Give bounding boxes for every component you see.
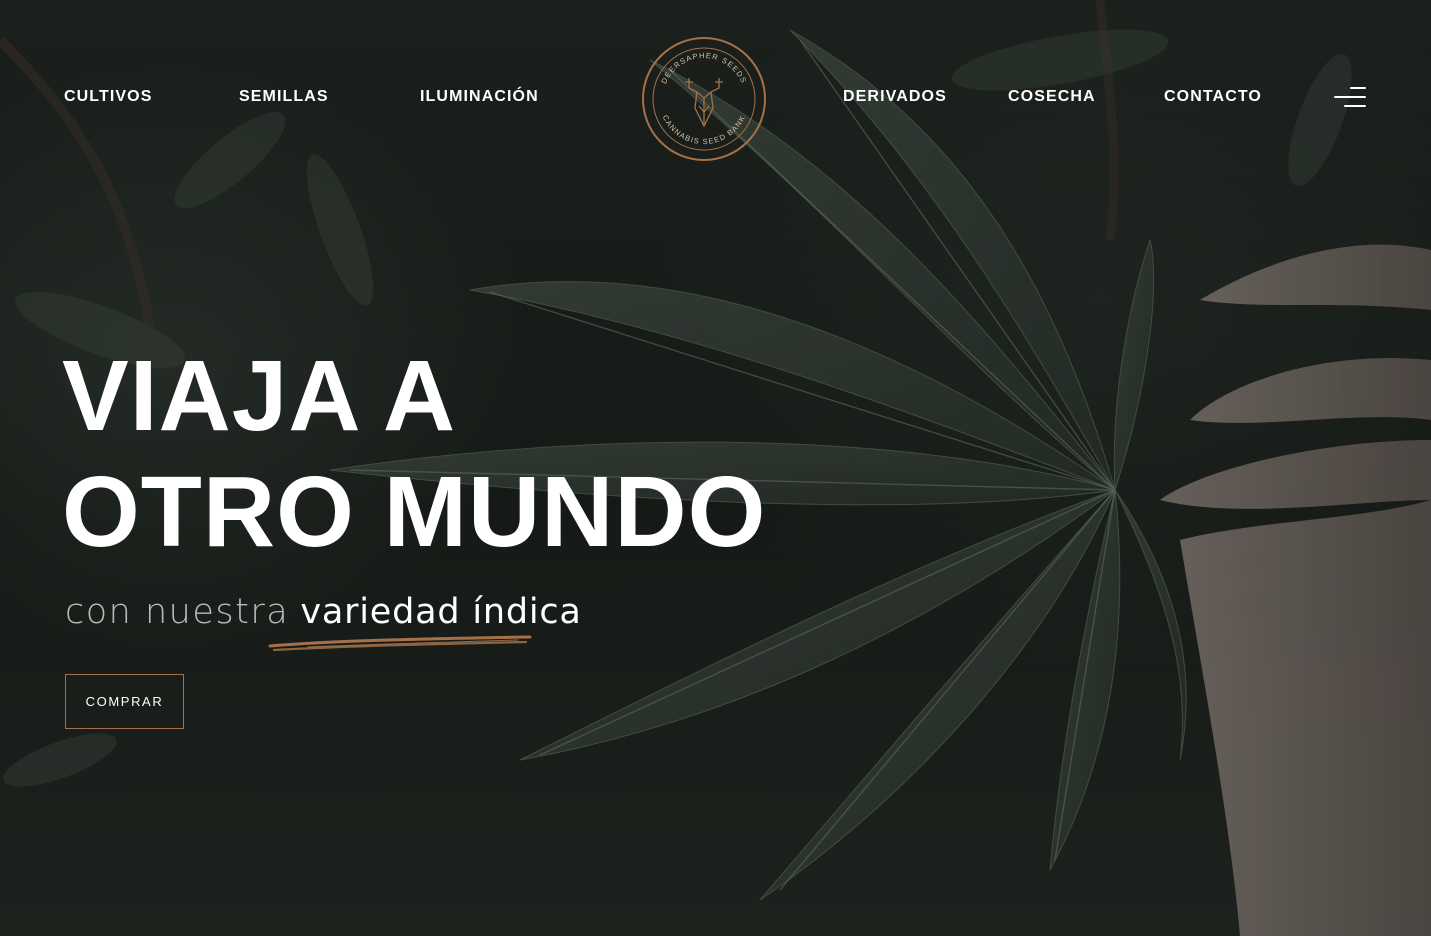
- nav-link-cosecha[interactable]: COSECHA: [1008, 88, 1096, 106]
- menu-icon-bar: [1344, 105, 1366, 107]
- logo-top-text: DEERSAPHER SEEDS: [659, 51, 747, 85]
- nav-link-semillas[interactable]: SEMILLAS: [239, 88, 329, 106]
- nav-link-contacto[interactable]: CONTACTO: [1164, 88, 1262, 106]
- brush-underline-decoration: [268, 635, 532, 652]
- nav-link-iluminacion[interactable]: ILUMINACIÓN: [420, 88, 539, 106]
- deer-head-logo-icon: DEERSAPHER SEEDS CANNABIS SEED BANK: [642, 37, 766, 161]
- hero-title-line-1: VIAJA A: [62, 340, 457, 452]
- hamburger-menu-icon[interactable]: [1332, 87, 1366, 109]
- hero-subtitle-highlight: variedad índica: [300, 592, 582, 632]
- hero-title: VIAJA A OTRO MUNDO: [62, 338, 822, 570]
- nav-link-derivados[interactable]: DERIVADOS: [843, 88, 947, 106]
- hero-title-line-2: OTRO MUNDO: [62, 456, 767, 568]
- hero-subtitle: con nuestra variedad índica: [65, 590, 582, 634]
- menu-icon-bar: [1350, 87, 1366, 89]
- buy-button[interactable]: COMPRAR: [65, 674, 184, 729]
- menu-icon-bar: [1334, 96, 1366, 98]
- brand-logo[interactable]: DEERSAPHER SEEDS CANNABIS SEED BANK: [641, 36, 767, 162]
- hero-subtitle-light: con nuestra: [65, 592, 290, 632]
- nav-link-cultivos[interactable]: CULTIVOS: [64, 88, 153, 106]
- svg-text:DEERSAPHER SEEDS: DEERSAPHER SEEDS: [659, 51, 748, 85]
